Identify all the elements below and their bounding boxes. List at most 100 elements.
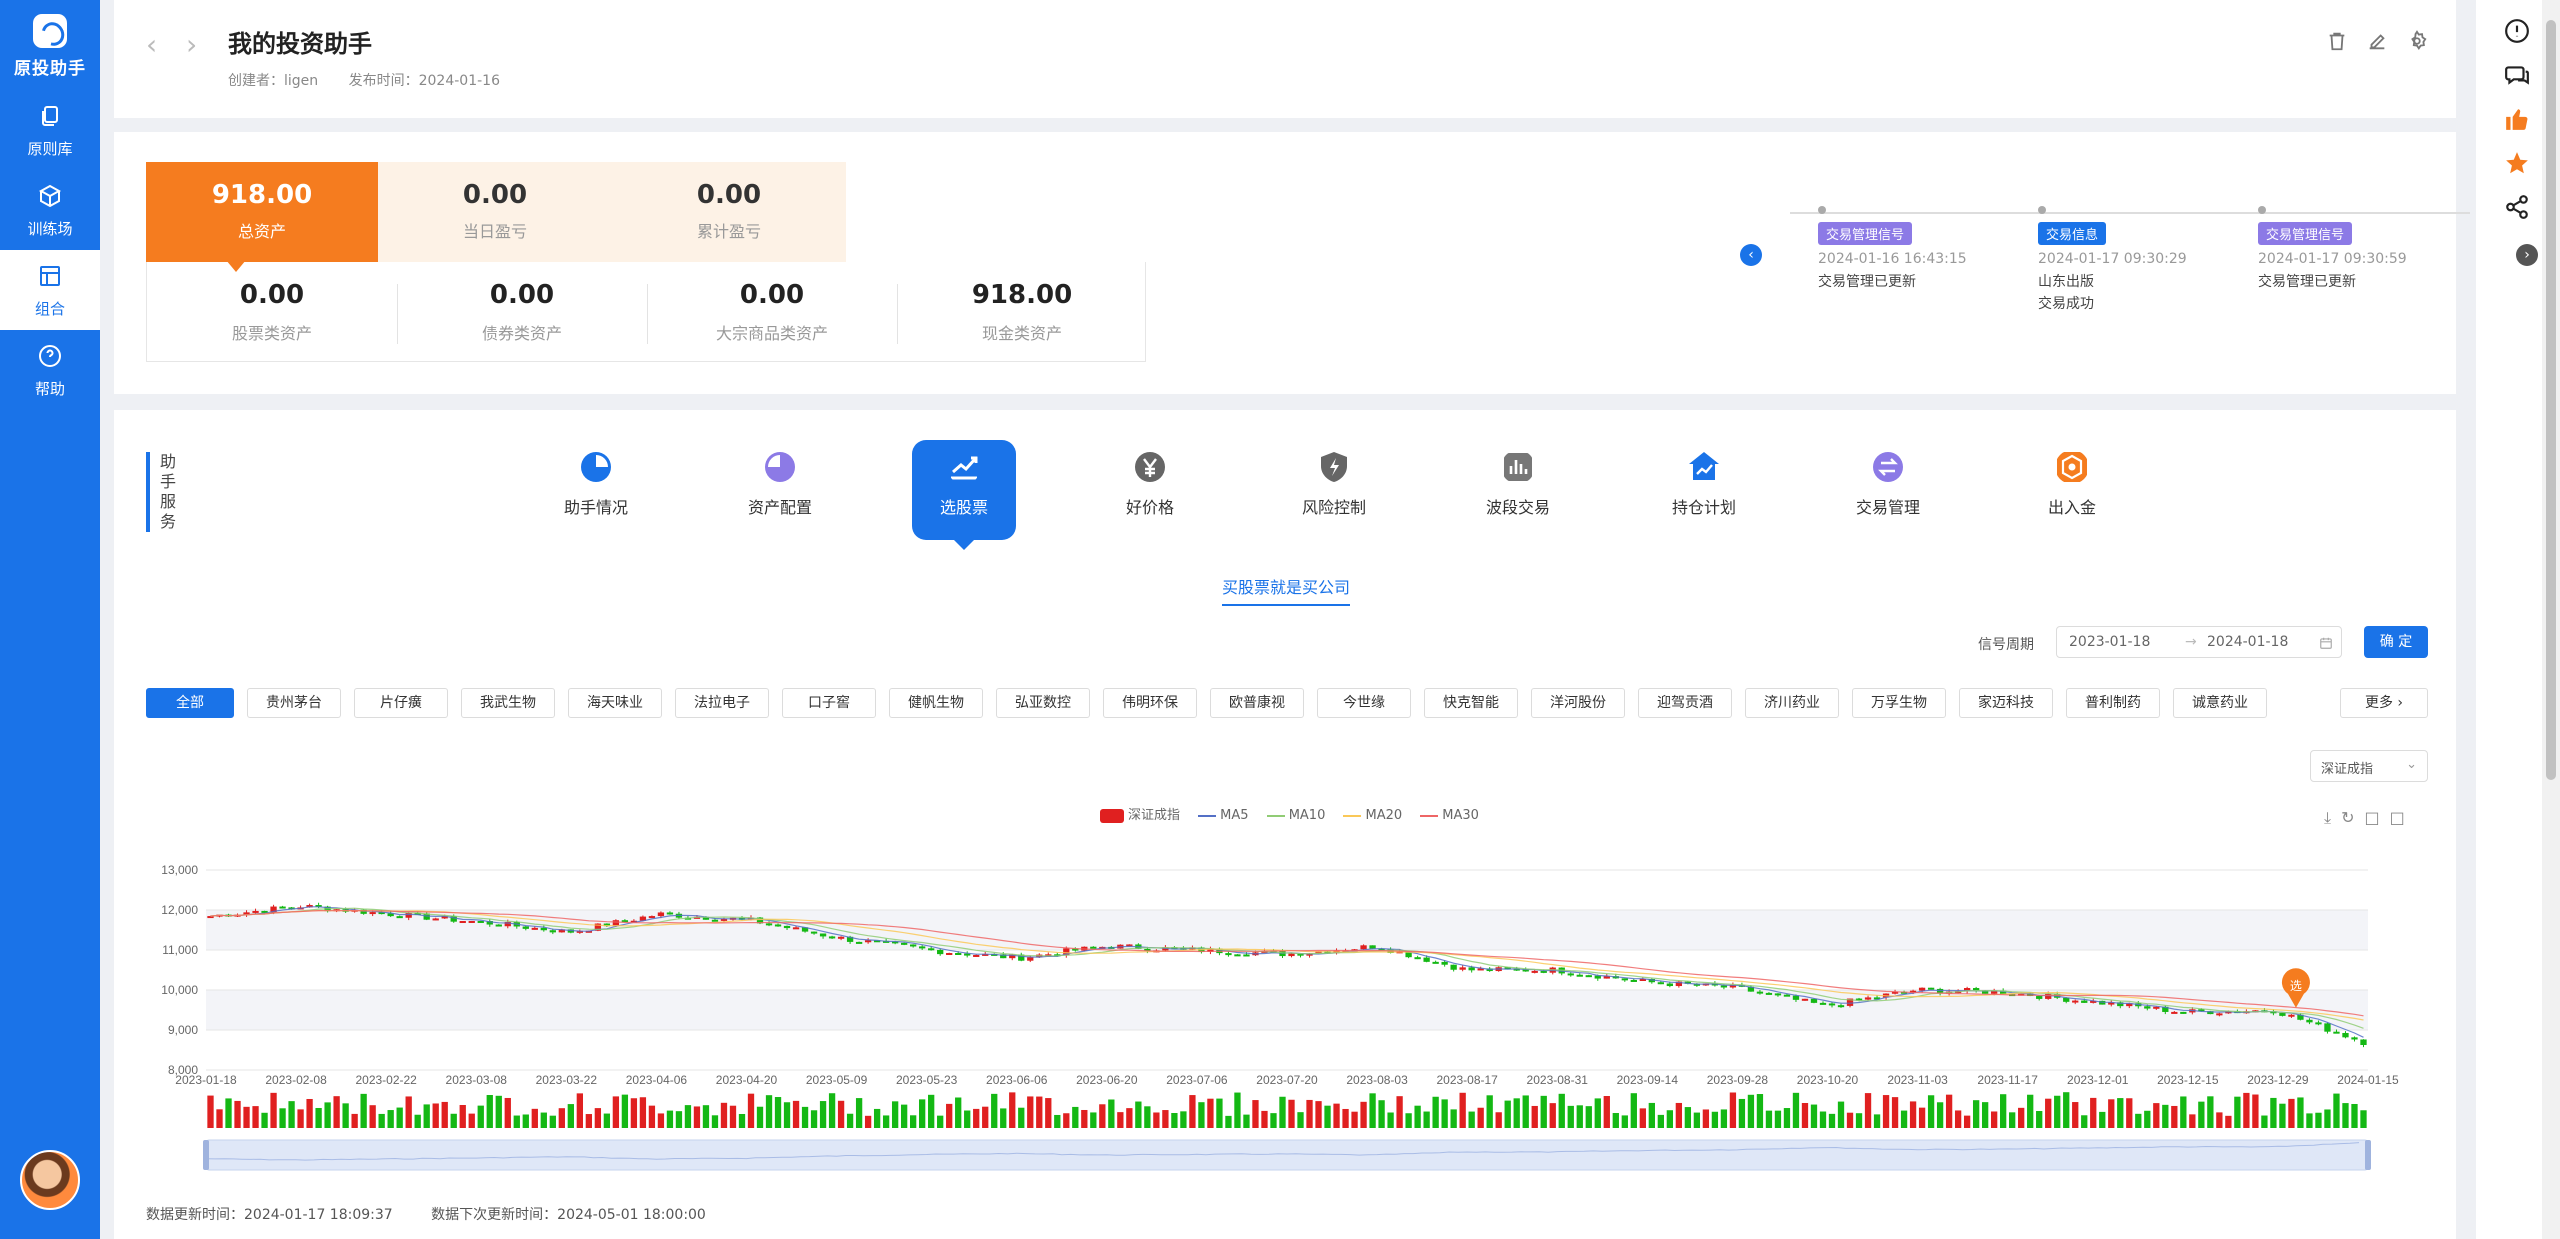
- candle: [900, 942, 908, 945]
- forward-arrow-icon[interactable]: ›: [186, 28, 197, 61]
- cumulative-pnl-box[interactable]: 0.00 累计盈亏: [612, 162, 846, 262]
- legend-item-ma30[interactable]: MA30: [1420, 808, 1479, 823]
- legend-item-ma10[interactable]: MA10: [1266, 808, 1325, 823]
- volume-bar: [828, 1093, 836, 1128]
- daily-pnl-box[interactable]: 0.00 当日盈亏: [378, 162, 612, 262]
- service-swing-trading[interactable]: 波段交易: [1466, 440, 1570, 540]
- volume-bar: [1756, 1094, 1764, 1128]
- stock-chip[interactable]: 贵州茅台: [247, 688, 341, 718]
- service-deposit-withdraw[interactable]: 出入金: [2020, 440, 2124, 540]
- volume-bar: [2018, 1107, 2025, 1128]
- scrollbar[interactable]: [2542, 0, 2560, 1239]
- stock-chip[interactable]: 今世缘: [1317, 688, 1411, 718]
- stock-chip[interactable]: 片仔癀: [354, 688, 448, 718]
- sidebar-item-help[interactable]: 帮助: [0, 330, 100, 410]
- legend-item-main[interactable]: 深证成指: [1100, 808, 1180, 823]
- confirm-button[interactable]: 确 定: [2364, 626, 2428, 658]
- legend-item-ma5[interactable]: MA5: [1198, 808, 1249, 823]
- stock-chip[interactable]: 欧普康视: [1210, 688, 1304, 718]
- star-icon[interactable]: [2504, 150, 2530, 176]
- trash-icon[interactable]: [2326, 30, 2348, 52]
- volume-bar: [1468, 1111, 1475, 1128]
- stock-chip[interactable]: 伟明环保: [1103, 688, 1197, 718]
- stock-chip[interactable]: 我武生物: [461, 688, 555, 718]
- candle: [1288, 953, 1295, 957]
- date-range-picker[interactable]: 2023-01-18 → 2024-01-18: [2056, 626, 2342, 658]
- stock-chip[interactable]: 济川药业: [1745, 688, 1839, 718]
- comment-icon[interactable]: [2504, 62, 2530, 88]
- brand-logo[interactable]: 原投助手: [0, 0, 100, 82]
- volume-bar: [1405, 1113, 1412, 1128]
- stock-chip[interactable]: 洋河股份: [1531, 688, 1625, 718]
- stock-chip[interactable]: 万孚生物: [1852, 688, 1946, 718]
- volume-bar: [261, 1112, 268, 1128]
- service-allocation[interactable]: 资产配置: [728, 440, 832, 540]
- volume-bar: [747, 1093, 755, 1128]
- stock-chip[interactable]: 快克智能: [1424, 688, 1518, 718]
- volume-bar: [1720, 1109, 1728, 1128]
- candle: [711, 919, 719, 922]
- volume-bar: [873, 1108, 881, 1128]
- service-good-price[interactable]: 好价格: [1098, 440, 1202, 540]
- zoom-reset-icon[interactable]: □: [2390, 808, 2415, 827]
- volume-bar: [1225, 1115, 1232, 1128]
- total-assets-box[interactable]: 918.00 总资产: [146, 162, 378, 262]
- sidebar-item-portfolio[interactable]: 组合: [0, 250, 100, 330]
- sidebar-item-training[interactable]: 训练场: [0, 170, 100, 250]
- volume-bar: [1558, 1093, 1565, 1128]
- service-trade-management[interactable]: 交易管理: [1836, 440, 1940, 540]
- volume-bar: [666, 1110, 674, 1128]
- service-overview[interactable]: 助手情况: [544, 440, 648, 540]
- volume-bar: [2117, 1098, 2124, 1128]
- stock-chip[interactable]: 海天味业: [568, 688, 662, 718]
- event-time: 2024-01-16 16:43:15: [1818, 251, 1967, 267]
- candle: [2342, 1032, 2349, 1038]
- service-pick-stocks[interactable]: 选股票: [912, 440, 1016, 550]
- settings-icon[interactable]: [2406, 30, 2428, 52]
- candle: [792, 927, 800, 930]
- stock-chip[interactable]: 诚意药业: [2173, 688, 2267, 718]
- volume-bar: [1522, 1095, 1529, 1128]
- back-arrow-icon[interactable]: ‹: [146, 28, 157, 61]
- stock-chip[interactable]: 弘亚数控: [996, 688, 1090, 718]
- service-holding-plan[interactable]: 持仓计划: [1652, 440, 1756, 540]
- legend-item-ma20[interactable]: MA20: [1343, 808, 1402, 823]
- more-stocks-button[interactable]: 更多 ›: [2340, 688, 2428, 718]
- stock-chip[interactable]: 法拉电子: [675, 688, 769, 718]
- volume-bar: [1612, 1113, 1619, 1128]
- scrollbar-thumb[interactable]: [2546, 20, 2556, 780]
- stock-chip[interactable]: 迎驾贡酒: [1638, 688, 1732, 718]
- stock-chip[interactable]: 全部: [146, 688, 234, 718]
- end-date[interactable]: 2024-01-18: [2207, 634, 2288, 650]
- start-date[interactable]: 2023-01-18: [2069, 634, 2150, 650]
- stock-chip[interactable]: 健帆生物: [889, 688, 983, 718]
- service-risk-control[interactable]: 风险控制: [1282, 440, 1386, 540]
- timeline-event[interactable]: 交易管理信号 2024-01-16 16:43:15 交易管理已更新: [1818, 206, 2018, 293]
- timeline-event[interactable]: 交易管理信号 2024-01-17 09:30:59 交易管理已更新: [2258, 206, 2458, 293]
- x-tick-label: 2023-09-14: [1617, 1073, 1679, 1087]
- stock-chip[interactable]: 普利制药: [2066, 688, 2160, 718]
- avatar[interactable]: [20, 1150, 80, 1210]
- volume-bar: [1738, 1098, 1746, 1128]
- alert-icon[interactable]: [2504, 18, 2530, 44]
- sidebar-item-label: 帮助: [34, 380, 65, 398]
- index-select[interactable]: 深证成指 ⌄: [2310, 750, 2428, 782]
- zoom-icon[interactable]: □: [2364, 808, 2389, 827]
- candle: [1927, 987, 1935, 990]
- volume-bar: [2360, 1110, 2367, 1128]
- event-tag: 交易信息: [2038, 222, 2107, 245]
- thumbs-up-icon[interactable]: [2504, 106, 2530, 132]
- stock-chip[interactable]: 家迈科技: [1959, 688, 2053, 718]
- shield-bolt-icon: [1321, 452, 1347, 482]
- stock-chip[interactable]: 口子窖: [782, 688, 876, 718]
- timeline-next-button[interactable]: ›: [2516, 244, 2538, 266]
- download-icon[interactable]: ⤓: [2324, 808, 2341, 827]
- sidebar-item-principles[interactable]: 原则库: [0, 90, 100, 170]
- subtab-buy-company[interactable]: 买股票就是买公司: [1222, 574, 1351, 606]
- timeline-event[interactable]: 交易信息 2024-01-17 09:30:29 山东出版 交易成功: [2038, 206, 2238, 315]
- edit-icon[interactable]: [2366, 30, 2388, 52]
- volume-bar: [234, 1100, 241, 1128]
- timeline-prev-button[interactable]: ‹: [1740, 244, 1762, 266]
- kline-chart[interactable]: 13,00012,00011,00010,0009,0008,0002023-0…: [114, 840, 2456, 1190]
- refresh-icon[interactable]: ↻: [2341, 808, 2364, 827]
